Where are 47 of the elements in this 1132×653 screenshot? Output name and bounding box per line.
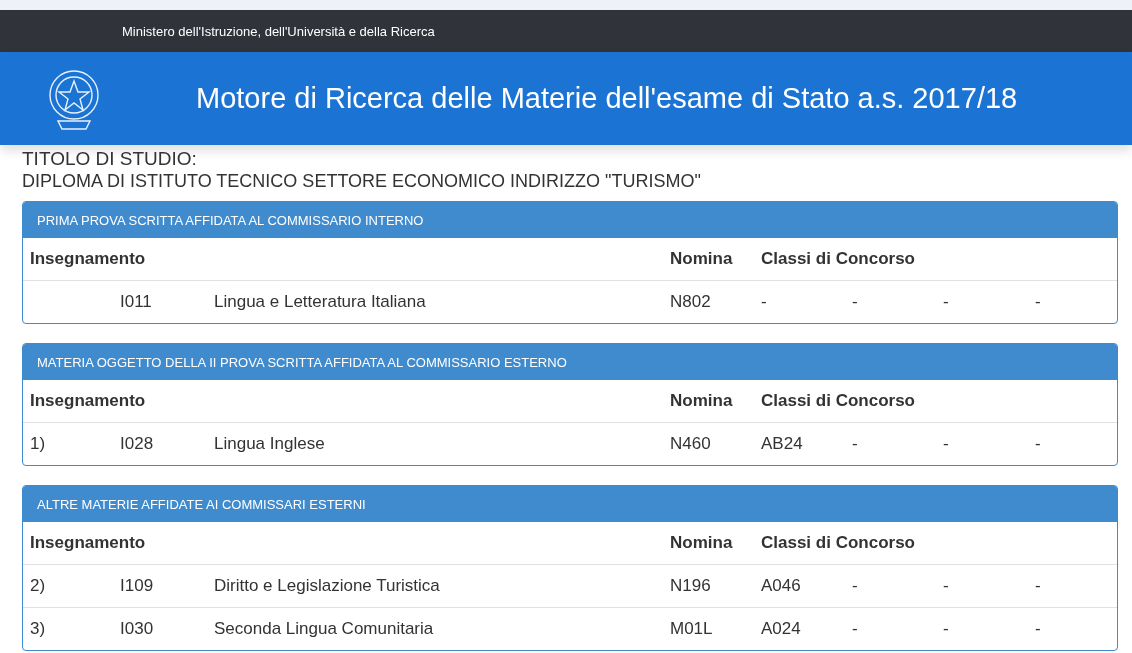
table-cell-text: I030: [120, 619, 155, 639]
table-cell-text: M01L: [670, 619, 714, 639]
table-cell-text: -: [852, 576, 859, 596]
table-cell-text: -: [943, 619, 950, 639]
table-cell-text: Seconda Lingua Comunitaria: [214, 619, 435, 639]
column-header: Insegnamento: [30, 249, 147, 269]
table-cell-text: A024: [761, 619, 802, 639]
table-cell-text: AB24: [761, 434, 804, 454]
table-cell-text: -: [1035, 576, 1042, 596]
table-cell-text: -: [852, 292, 859, 312]
table-cell-text: -: [943, 576, 950, 596]
panel-title: ALTRE MATERIE AFFIDATE AI COMMISSARI ESTERNI: [23, 486, 1117, 522]
table-cell-text: N802: [670, 292, 712, 312]
table-cell-text: N460: [670, 434, 712, 454]
table-cell-text: -: [1035, 292, 1042, 312]
ministry-name: Ministero dell'Istruzione, dell'Università e della Ricerca: [122, 23, 435, 39]
table-cell-text: Diritto e Legislazione Turistica: [214, 576, 441, 596]
degree-value: DIPLOMA DI ISTITUTO TECNICO SETTORE ECONOMICO INDIRIZZO "TURISMO": [22, 170, 702, 193]
column-header: Nomina: [670, 391, 734, 411]
table-cell-text: 1): [30, 434, 47, 454]
table-cell-text: N196: [670, 576, 712, 596]
column-header: Insegnamento: [30, 533, 147, 553]
table-cell-text: -: [943, 434, 950, 454]
table-cell-text: A046: [761, 576, 802, 596]
table-cell-text: -: [1035, 619, 1042, 639]
table-cell-text: -: [1035, 434, 1042, 454]
table-cell-text: -: [943, 292, 950, 312]
table-cell-text: I011: [120, 292, 153, 312]
degree-label: TITOLO DI STUDIO:: [22, 149, 198, 169]
column-header: Classi di Concorso: [761, 391, 916, 411]
column-header: Insegnamento: [30, 391, 147, 411]
table-cell-text: I028: [120, 434, 155, 454]
table-cell-text: -: [761, 292, 768, 312]
table-cell-text: 3): [30, 619, 47, 639]
panel-title: MATERIA OGGETTO DELLA II PROVA SCRITTA AFFIDATA AL COMMISSARIO ESTERNO: [23, 344, 1117, 380]
page-title: Motore di Ricerca delle Materie dell'esame di Stato a.s. 2017/18: [196, 82, 1018, 115]
table-cell-text: I109: [120, 576, 155, 596]
column-header: Nomina: [670, 249, 734, 269]
column-header: Classi di Concorso: [761, 249, 916, 269]
table-cell-text: -: [852, 619, 859, 639]
table-cell-text: -: [852, 434, 859, 454]
panel-title: PRIMA PROVA SCRITTA AFFIDATA AL COMMISSARIO INTERNO: [23, 202, 1117, 238]
table-cell-text: Lingua Inglese: [214, 434, 326, 454]
column-header: Classi di Concorso: [761, 533, 916, 553]
table-cell-text: 2): [30, 576, 47, 596]
table-cell-text: Lingua e Letteratura Italiana: [214, 292, 427, 312]
column-header: Nomina: [670, 533, 734, 553]
